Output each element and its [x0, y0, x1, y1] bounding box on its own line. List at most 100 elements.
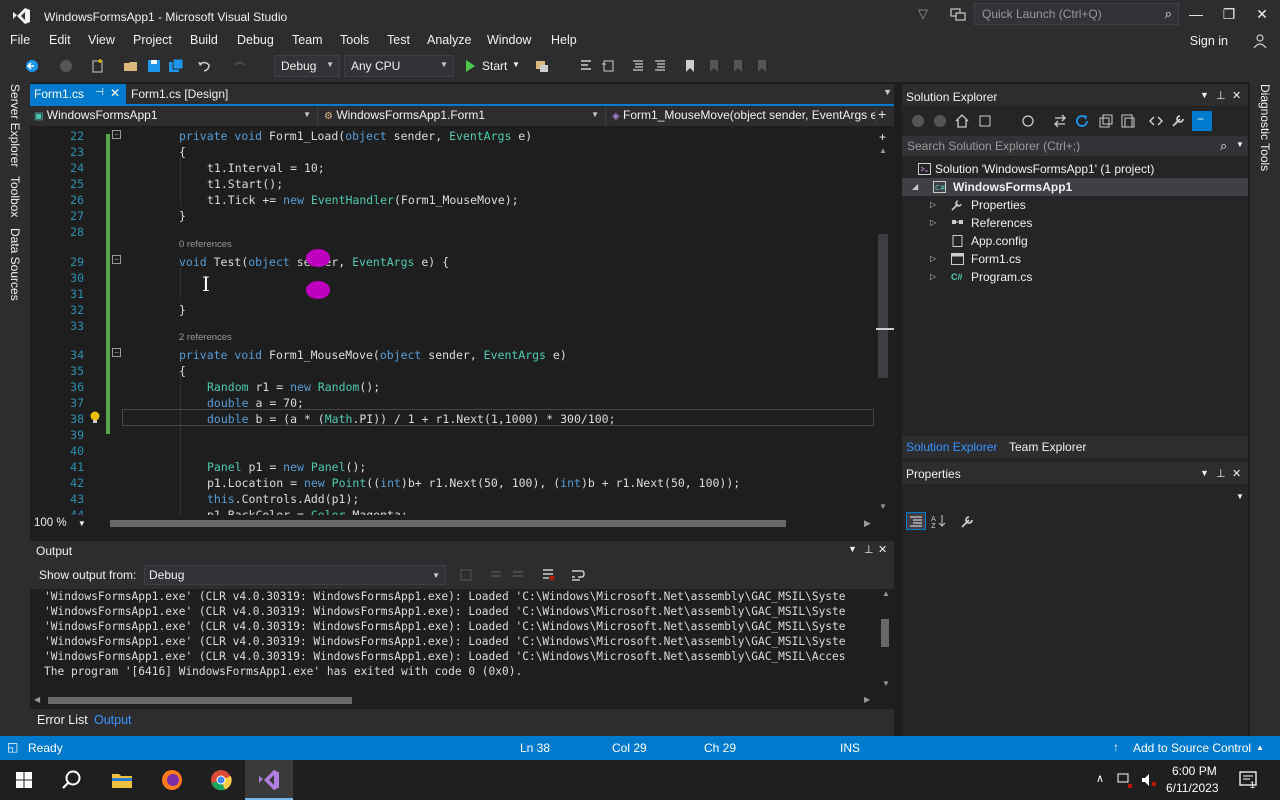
clock-time[interactable]: 6:00 PM [1172, 764, 1217, 778]
step-over-icon[interactable] [600, 58, 616, 74]
code-line[interactable]: 31 [30, 286, 876, 302]
notifications-filter-icon[interactable]: ▽ [918, 6, 928, 22]
auto-hide-pin-icon[interactable]: ⊥ [1216, 89, 1226, 102]
code-line[interactable]: 43 this.Controls.Add(p1); [30, 491, 876, 507]
forward-icon[interactable] [932, 113, 948, 129]
tree-item-properties[interactable]: ▷ Properties [902, 196, 1248, 214]
toolbox-tab[interactable]: Toolbox [8, 176, 22, 217]
clear-bookmarks-icon[interactable] [754, 58, 770, 74]
new-project-icon[interactable] [90, 58, 106, 74]
code-line[interactable]: 37 double a = 70; [30, 395, 876, 411]
collapse-region-icon[interactable]: − [112, 130, 121, 139]
navigate-forward-icon[interactable] [58, 58, 74, 74]
tab-solution-explorer[interactable]: Solution Explorer [906, 440, 997, 454]
chevron-right-icon[interactable]: ▶ [864, 695, 870, 704]
solution-explorer-search-input[interactable]: Search Solution Explorer (Ctrl+;) ⌕ ▼ [902, 136, 1248, 156]
chevron-up-icon[interactable]: ▲ [882, 589, 890, 598]
code-line[interactable]: 29void Test(object sender, EventArgs e) … [30, 254, 876, 270]
collapse-all-icon[interactable] [1098, 113, 1114, 129]
menu-tools[interactable]: Tools [340, 33, 369, 47]
windows-start-icon[interactable] [10, 766, 38, 794]
firefox-icon[interactable] [158, 766, 186, 794]
tree-item-app-config[interactable]: App.config [902, 232, 1248, 250]
server-explorer-tab[interactable]: Server Explorer [8, 84, 22, 167]
code-line[interactable]: 27} [30, 208, 876, 224]
save-icon[interactable] [146, 58, 162, 74]
menu-build[interactable]: Build [190, 33, 218, 47]
chevron-down-icon[interactable]: ▼ [882, 679, 890, 688]
collapsed-arrow-icon[interactable]: ▷ [930, 268, 936, 286]
tab-team-explorer[interactable]: Team Explorer [1009, 440, 1086, 454]
sync-with-active-document-icon[interactable] [1052, 113, 1068, 129]
output-source-select[interactable]: Debug ▼ [144, 565, 446, 585]
chevron-up-icon[interactable]: ▲ [879, 146, 887, 155]
scrollbar-thumb[interactable] [881, 619, 889, 647]
view-code-icon[interactable] [1148, 113, 1164, 129]
member-dropdown[interactable]: ◈ Form1_MouseMove(object sender, EventAr… [608, 107, 876, 125]
show-all-files-icon[interactable] [1120, 113, 1136, 129]
collapse-region-icon[interactable]: − [112, 255, 121, 264]
code-line[interactable]: 25 t1.Start(); [30, 176, 876, 192]
collapsed-arrow-icon[interactable]: ▷ [930, 214, 936, 232]
code-line[interactable]: 38 double b = (a * (Math.PI)) / 1 + r1.Ne… [30, 411, 876, 427]
redo-icon[interactable] [232, 58, 248, 74]
expanded-arrow-icon[interactable]: ◢ [912, 178, 918, 196]
scrollbar-thumb[interactable] [48, 697, 352, 704]
collapse-region-icon[interactable]: − [112, 348, 121, 357]
tab-output[interactable]: Output [94, 713, 132, 727]
code-line[interactable]: 44 p1.BackColor = Color.Magenta; [30, 507, 876, 515]
code-line[interactable]: 24 t1.Interval = 10; [30, 160, 876, 176]
categorized-button[interactable] [906, 512, 926, 530]
diagnostic-tools-tab[interactable]: Diagnostic Tools [1258, 84, 1272, 171]
previous-bookmark-icon[interactable] [706, 58, 722, 74]
menu-help[interactable]: Help [551, 33, 577, 47]
menu-debug[interactable]: Debug [237, 33, 274, 47]
minimize-button[interactable]: — [1186, 6, 1206, 24]
next-message-icon[interactable] [510, 567, 526, 583]
menu-test[interactable]: Test [387, 33, 410, 47]
close-button[interactable]: ✕ [1252, 6, 1272, 24]
type-dropdown[interactable]: ⚙ WindowsFormsApp1.Form1 ▼ [320, 107, 606, 125]
code-line[interactable]: 28 [30, 224, 876, 240]
solution-platform-select[interactable]: Any CPU ▼ [344, 55, 454, 77]
chevron-up-icon[interactable]: ∧ [1096, 772, 1104, 785]
chevron-down-icon[interactable]: ▼ [512, 60, 520, 69]
window-position-dropdown-icon[interactable]: ▼ [1200, 468, 1209, 478]
code-line[interactable]: 26 t1.Tick += new EventHandler(Form1_Mous… [30, 192, 876, 208]
code-line[interactable]: 32} [30, 302, 876, 318]
tree-item-project[interactable]: ◢ C# WindowsFormsApp1 [902, 178, 1248, 196]
account-icon[interactable] [1252, 33, 1268, 49]
undo-icon[interactable] [196, 58, 212, 74]
horizontal-scrollbar-thumb[interactable] [110, 520, 786, 527]
previous-message-icon[interactable] [488, 567, 504, 583]
lightbulb-icon[interactable] [88, 410, 102, 424]
preview-selected-items-button[interactable]: − [1192, 111, 1212, 131]
properties-wrench-icon[interactable] [1170, 113, 1186, 129]
home-icon[interactable] [954, 113, 970, 129]
browser-link-icon[interactable] [534, 58, 550, 74]
navigate-back-icon[interactable] [24, 58, 40, 74]
pin-tab-icon[interactable]: ⊣ [95, 87, 104, 98]
network-icon[interactable] [1116, 772, 1134, 788]
taskbar-visual-studio-button[interactable] [245, 760, 293, 800]
close-tab-icon[interactable]: ✕ [110, 86, 120, 100]
codelens-references[interactable]: 0 references [179, 239, 232, 251]
bookmark-icon[interactable] [682, 58, 698, 74]
clear-all-icon[interactable] [540, 567, 556, 583]
collapsed-arrow-icon[interactable]: ▷ [930, 250, 936, 268]
output-horizontal-scrollbar[interactable]: ◀ ▶ [30, 693, 894, 709]
close-panel-icon[interactable]: ✕ [1232, 89, 1241, 102]
switch-views-icon[interactable] [978, 113, 994, 129]
volume-icon[interactable] [1140, 772, 1158, 788]
split-editor-icon[interactable]: + [878, 106, 886, 122]
tree-item-program-cs[interactable]: ▷ C# Program.cs [902, 268, 1248, 286]
editor-vertical-scrollbar[interactable]: + ▲ ▼ [876, 126, 894, 515]
code-line[interactable]: 40 [30, 443, 876, 459]
alphabetical-icon[interactable]: AZ [931, 514, 947, 528]
code-line[interactable]: 33 [30, 318, 876, 334]
tree-item-solution[interactable]: Solution 'WindowsFormsApp1' (1 project) [902, 160, 1248, 178]
chrome-icon[interactable] [207, 766, 235, 794]
live-share-icon[interactable] [950, 6, 966, 22]
data-sources-tab[interactable]: Data Sources [8, 228, 22, 301]
scrollbar-thumb[interactable] [878, 234, 888, 378]
